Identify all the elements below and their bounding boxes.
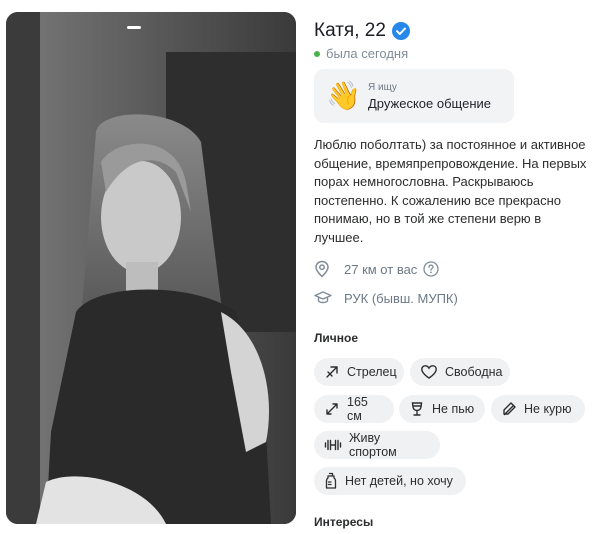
looking-for-label: Я ищу [368, 82, 397, 93]
help-circle-icon[interactable] [423, 261, 439, 277]
status-dot-icon [314, 50, 320, 57]
height-arrows-icon [326, 403, 338, 415]
profile-name-age: Катя, 22 [314, 20, 386, 41]
chip-sport: Живу спортом [314, 431, 440, 459]
photo-illustration [6, 12, 296, 524]
distance-text: 27 км от вас [344, 261, 418, 277]
section-title-personal: Личное [314, 331, 359, 345]
chip-label: Не пью [432, 402, 475, 416]
education-text: РУК (бывш. МУПК) [344, 290, 458, 306]
location-pin-icon [315, 260, 329, 278]
status-text: была сегодня [326, 46, 409, 61]
online-status: была сегодня [314, 46, 408, 61]
no-smoking-icon [503, 402, 516, 416]
chip-relationship: Свободна [410, 358, 510, 386]
dumbbell-icon [324, 439, 342, 451]
chip-label: Стрелец [347, 365, 397, 379]
distance-row: 27 км от вас [314, 260, 439, 278]
name-row: Катя, 22 [314, 20, 410, 42]
chip-label: Свободна [445, 365, 503, 379]
chip-label: 165 см [347, 395, 368, 423]
chip-zodiac: Стрелец [314, 358, 404, 386]
baby-bottle-icon [325, 472, 337, 489]
chip-smoking: Не курю [491, 395, 585, 423]
verified-badge-icon [391, 22, 410, 40]
heart-icon [421, 365, 437, 379]
chip-label: Не курю [524, 402, 572, 416]
chip-label: Нет детей, но хочу [345, 474, 453, 488]
sagittarius-icon [326, 366, 338, 378]
graduation-cap-icon [314, 291, 332, 304]
chip-children: Нет детей, но хочу [314, 467, 466, 495]
chip-alcohol: Не пью [399, 395, 485, 423]
chip-height: 165 см [314, 395, 394, 423]
photo-page-indicator [127, 26, 141, 29]
waving-hand-icon: 👋 [326, 80, 361, 111]
profile-photo[interactable] [6, 12, 296, 524]
wine-glass-icon [411, 402, 423, 416]
profile-info-panel: Катя, 22 была сегодня 👋 Я ищу Дружеское … [312, 0, 600, 534]
looking-for-card: 👋 Я ищу Дружеское общение [314, 69, 514, 123]
looking-for-value: Дружеское общение [368, 96, 491, 111]
about-text: Люблю поболтать) за постоянное и активно… [314, 137, 587, 245]
education-row: РУК (бывш. МУПК) [314, 290, 458, 306]
chip-label: Живу спортом [349, 431, 397, 459]
section-title-interests: Интересы [314, 515, 374, 529]
